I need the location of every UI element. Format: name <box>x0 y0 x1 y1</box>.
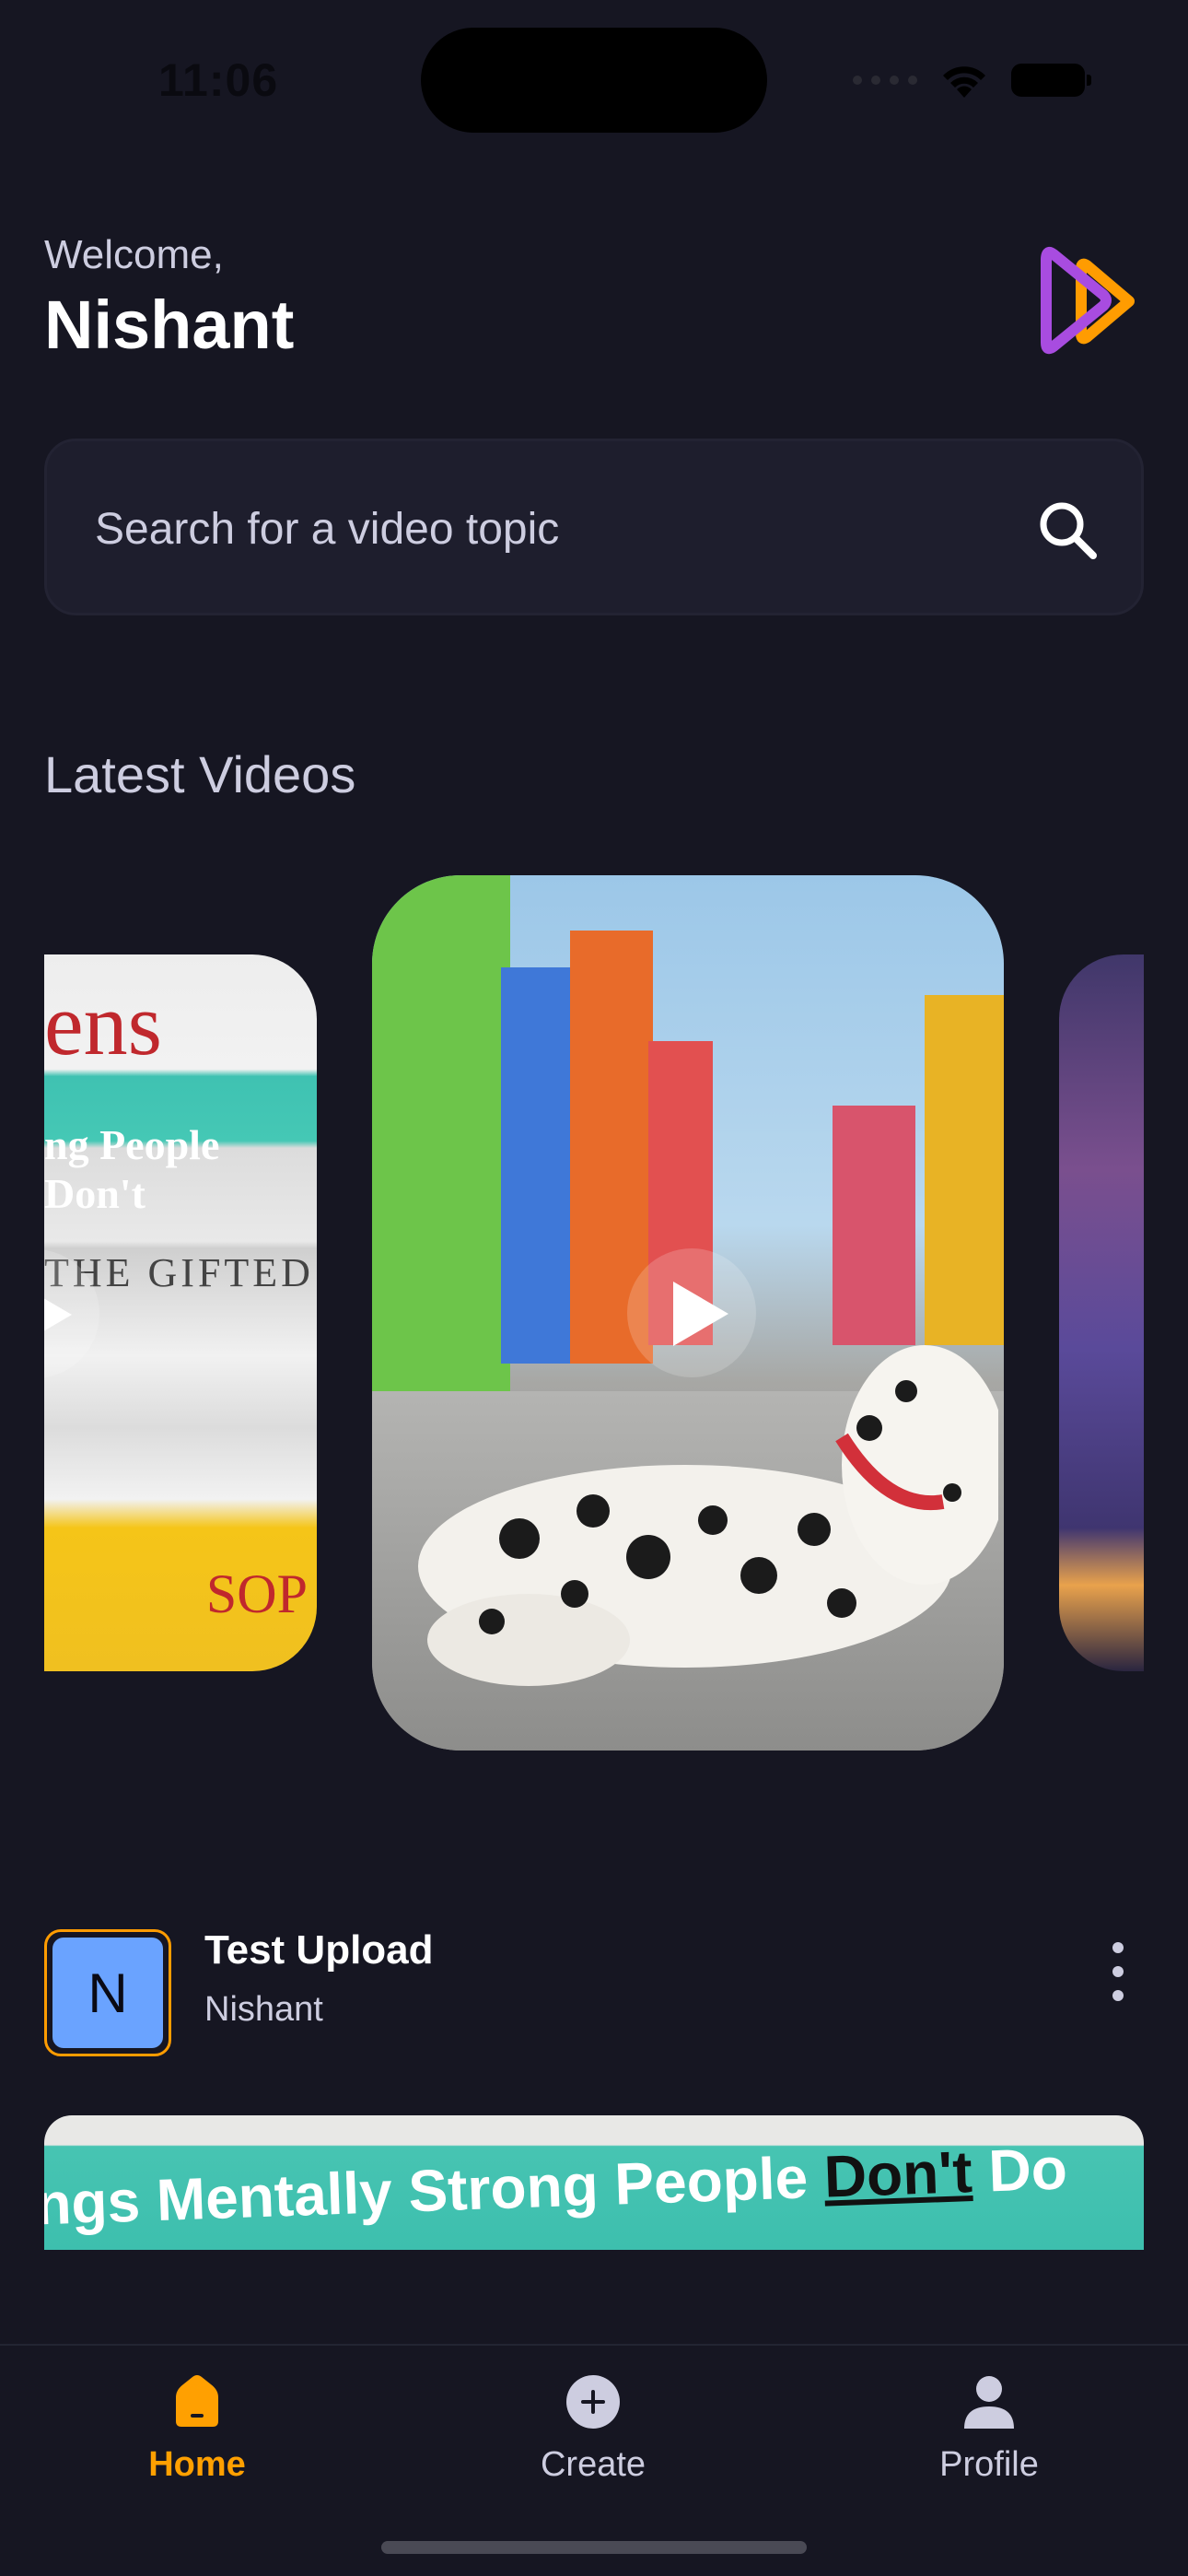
creator-avatar[interactable]: N <box>44 1929 171 2056</box>
thumbnail-building <box>925 995 1004 1345</box>
trending-video-card[interactable]: ens ng People Don't THE GIFTED SOP <box>44 954 317 1671</box>
thumbnail-building <box>501 967 575 1364</box>
book-spine-text: ng People Don't <box>44 1121 220 1217</box>
trending-video-card-active[interactable] <box>372 875 1004 1751</box>
video-title: Test Upload <box>204 1927 434 1973</box>
thumbnail-text-prefix: ngs Mentally Strong People <box>44 2143 826 2238</box>
profile-icon <box>964 2376 1014 2429</box>
status-time: 11:06 <box>158 54 279 106</box>
app-logo-icon <box>1041 247 1135 355</box>
thumbnail-building <box>833 1106 915 1345</box>
status-icons <box>853 57 1091 103</box>
trending-video-card[interactable] <box>1059 954 1144 1671</box>
welcome-text: Welcome, <box>44 232 224 277</box>
book-spine-text: ens <box>44 975 162 1073</box>
thumbnail-text-suffix: Do <box>971 2135 1068 2206</box>
cellular-signal-icon <box>853 76 917 85</box>
search-input[interactable] <box>95 487 924 570</box>
latest-videos-heading: Latest Videos <box>44 745 356 803</box>
battery-icon <box>1011 64 1091 97</box>
dynamic-island <box>421 28 767 133</box>
video-creator-name: Nishant <box>204 1990 323 2029</box>
tab-create[interactable]: Create <box>473 2364 713 2502</box>
home-indicator[interactable] <box>381 2541 807 2554</box>
tab-label: Home <box>148 2445 246 2484</box>
video-thumbnail[interactable]: ngs Mentally Strong People Don't Do <box>44 2115 1144 2250</box>
play-button-icon[interactable] <box>627 1248 756 1377</box>
book-spine-text: SOP <box>205 1563 308 1624</box>
home-icon <box>176 2375 218 2427</box>
tab-profile[interactable]: Profile <box>869 2364 1109 2502</box>
thumbnail-building <box>372 875 510 1391</box>
more-options-icon[interactable] <box>1101 1942 1135 2001</box>
thumbnail-book-text: ngs Mentally Strong People Don't Do <box>44 2134 1068 2238</box>
tab-home[interactable]: Home <box>77 2364 317 2502</box>
search-bar[interactable] <box>44 439 1144 615</box>
plus-icon <box>566 2375 620 2429</box>
avatar-letter: N <box>52 1938 163 2048</box>
dalmatian-dog-image <box>418 1345 998 1686</box>
thumbnail-text-underline: Don't <box>822 2138 973 2210</box>
search-icon[interactable] <box>1036 498 1099 561</box>
wifi-icon <box>943 66 985 98</box>
tab-label: Create <box>540 2445 646 2484</box>
tab-label: Profile <box>939 2445 1039 2484</box>
username-heading: Nishant <box>44 287 295 363</box>
